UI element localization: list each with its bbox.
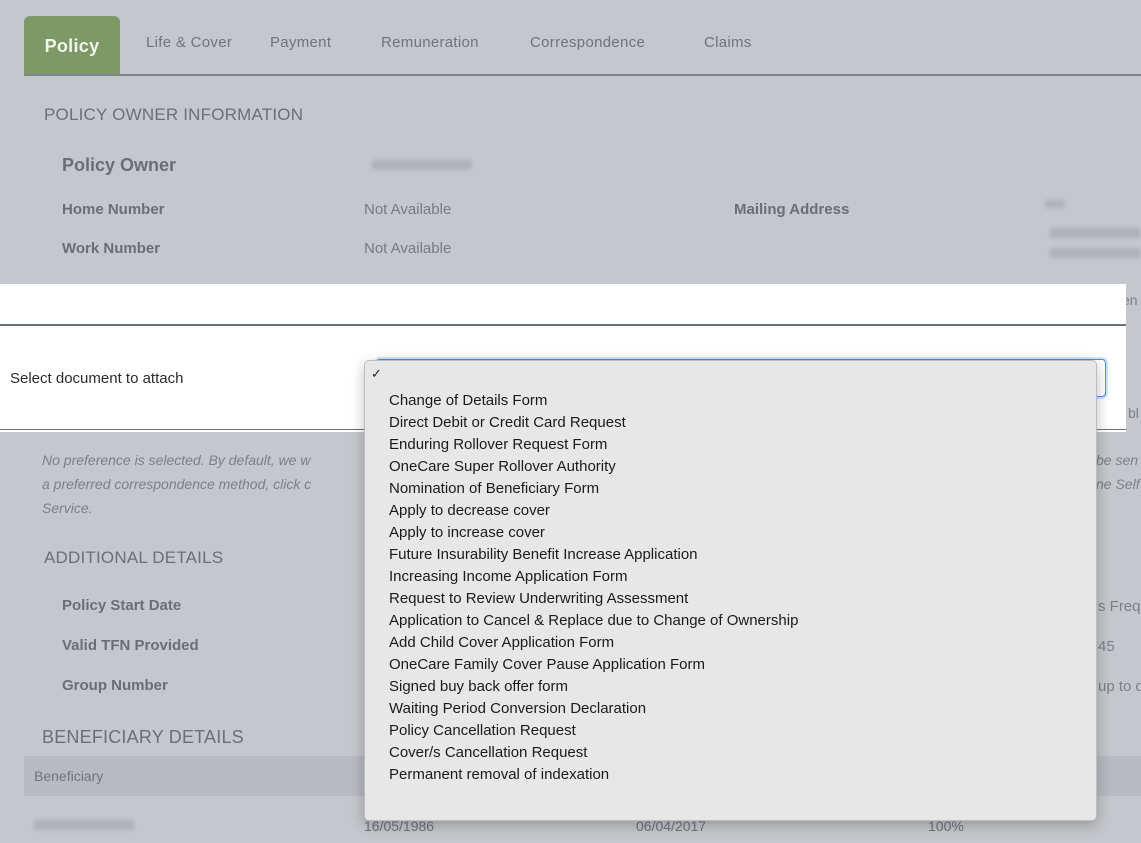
work-number-label: Work Number bbox=[62, 240, 161, 257]
dropdown-option[interactable]: Change of Details Form bbox=[389, 391, 547, 411]
dropdown-option[interactable]: Waiting Period Conversion Declaration bbox=[389, 699, 646, 719]
tab-claims[interactable]: Claims bbox=[704, 16, 752, 74]
policy-owner-label: Policy Owner bbox=[62, 155, 177, 175]
beneficiary-column-header: Beneficiary bbox=[34, 768, 104, 784]
tab-bar: Policy Life & Cover Payment Remuneration… bbox=[24, 16, 1141, 76]
additional-details-title: ADDITIONAL DETAILS bbox=[44, 548, 224, 567]
tab-correspondence[interactable]: Correspondence bbox=[530, 16, 645, 74]
correspondence-note-right-2: ne Self bbox=[1096, 476, 1140, 492]
dropdown-option[interactable]: Apply to increase cover bbox=[389, 523, 545, 543]
dropdown-option[interactable]: Application to Cancel & Replace due to C… bbox=[389, 611, 798, 631]
dropdown-option[interactable]: Increasing Income Application Form bbox=[389, 567, 627, 587]
mailing-address-label: Mailing Address bbox=[734, 201, 850, 218]
dropdown-option[interactable]: Add Child Cover Application Form bbox=[389, 633, 614, 653]
dropdown-option[interactable]: Policy Cancellation Request bbox=[389, 721, 576, 741]
policy-owner-section-title: POLICY OWNER INFORMATION bbox=[44, 105, 304, 124]
correspondence-note: No preference is selected. By default, w… bbox=[42, 448, 311, 520]
beneficiary-name-redacted bbox=[34, 820, 134, 830]
dropdown-option[interactable]: Permanent removal of indexation bbox=[389, 765, 609, 785]
edge-text-2: bl bbox=[1128, 405, 1139, 421]
policy-owner-value-redacted bbox=[372, 160, 472, 170]
dropdown-option[interactable]: OneCare Super Rollover Authority bbox=[389, 457, 616, 477]
correspondence-note-line-2: a preferred correspondence method, click… bbox=[42, 476, 312, 492]
correspondence-note-line-3: Service. bbox=[42, 500, 93, 516]
mailing-address-redacted-3 bbox=[1050, 248, 1141, 258]
group-number-label: Group Number bbox=[62, 677, 168, 694]
correspondence-note-right: be sen ne Self bbox=[1096, 448, 1140, 496]
home-number-value: Not Available bbox=[364, 201, 452, 218]
tfn-partial: 45 bbox=[1098, 638, 1115, 655]
dropdown-option[interactable]: Request to Review Underwriting Assessmen… bbox=[389, 589, 688, 609]
select-document-label: Select document to attach bbox=[10, 370, 184, 387]
valid-tfn-label: Valid TFN Provided bbox=[62, 637, 199, 654]
work-number-value: Not Available bbox=[364, 240, 452, 257]
tab-remuneration[interactable]: Remuneration bbox=[381, 16, 479, 74]
dropdown-option[interactable]: OneCare Family Cover Pause Application F… bbox=[389, 655, 705, 675]
policy-start-date-label: Policy Start Date bbox=[62, 597, 182, 614]
tab-payment[interactable]: Payment bbox=[270, 16, 331, 74]
dropdown-option[interactable]: Direct Debit or Credit Card Request bbox=[389, 413, 626, 433]
dropdown-option[interactable]: Cover/s Cancellation Request bbox=[389, 743, 587, 763]
dropdown-option[interactable]: Future Insurability Benefit Increase App… bbox=[389, 545, 698, 565]
mailing-address-redacted-1 bbox=[1045, 200, 1065, 208]
group-partial: up to d bbox=[1098, 678, 1141, 695]
correspondence-note-right-1: be sen bbox=[1096, 452, 1139, 468]
payment-frequency-partial: s Freq bbox=[1098, 598, 1141, 615]
selected-check-icon: ✓ bbox=[371, 366, 382, 381]
correspondence-note-line-1: No preference is selected. By default, w… bbox=[42, 452, 311, 468]
home-number-label: Home Number bbox=[62, 201, 165, 218]
mailing-address-redacted-2 bbox=[1050, 228, 1141, 238]
tab-life-cover[interactable]: Life & Cover bbox=[146, 16, 232, 74]
tab-policy[interactable]: Policy bbox=[24, 16, 120, 74]
dropdown-option[interactable]: Nomination of Beneficiary Form bbox=[389, 479, 599, 499]
dropdown-option[interactable]: Signed buy back offer form bbox=[389, 677, 568, 697]
dropdown-option[interactable]: Enduring Rollover Request Form bbox=[389, 435, 607, 455]
modal-header-divider bbox=[0, 324, 1126, 326]
dropdown-option[interactable]: Apply to decrease cover bbox=[389, 501, 550, 521]
beneficiary-details-title: BENEFICIARY DETAILS bbox=[42, 727, 244, 747]
document-dropdown-list: ✓ Change of Details Form Direct Debit or… bbox=[364, 360, 1097, 821]
